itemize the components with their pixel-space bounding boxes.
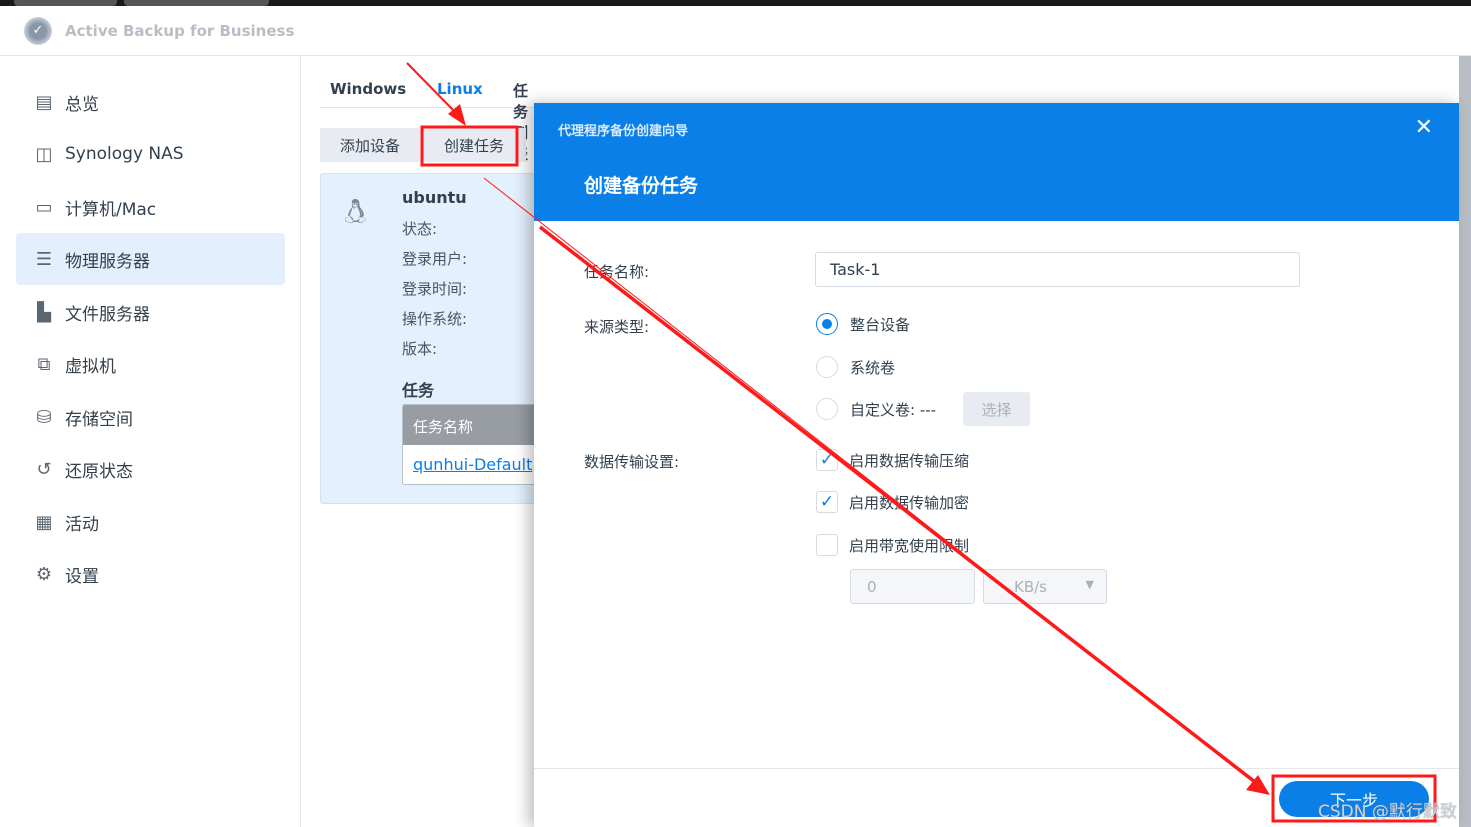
sidebar-item-label: Synology NAS xyxy=(65,144,184,164)
tab-windows[interactable]: Windows xyxy=(330,80,406,98)
restore-icon: ↺ xyxy=(36,458,52,480)
activity-icon: ▦ xyxy=(35,511,53,533)
create-backup-task-dialog: 代理程序备份创建向导 创建备份任务 ✕ 任务名称: 来源类型: 整台设备 系统卷… xyxy=(534,103,1459,827)
os-tabs: Windows Linux 任务列表 xyxy=(320,70,540,163)
device-card[interactable]: 🐧︎ ubuntu 状态: 登录用户: 登录时间: 操作系统: 版本: 任务 任… xyxy=(320,173,562,504)
checkbox-unchecked[interactable] xyxy=(816,534,838,556)
task-name-input[interactable] xyxy=(815,252,1300,287)
radio-system-volume[interactable]: 系统卷 xyxy=(816,356,895,378)
sidebar-item-label: 设置 xyxy=(65,566,99,587)
checkbox-encryption[interactable]: ✓ 启用数据传输加密 xyxy=(816,491,969,513)
storage-icon: ⛁ xyxy=(36,406,52,428)
option-label: 整台设备 xyxy=(850,315,911,334)
sidebar-item-label: 还原状态 xyxy=(65,461,133,482)
dialog-header: 代理程序备份创建向导 创建备份任务 ✕ xyxy=(534,103,1459,221)
nas-icon: ◫ xyxy=(35,143,53,165)
sidebar-item-activity[interactable]: ▦ 活动 xyxy=(16,496,285,548)
file-server-icon: ▙ xyxy=(37,301,51,323)
device-field: 状态: xyxy=(402,220,438,238)
dialog-footer-divider xyxy=(534,768,1459,769)
checkbox-bandwidth-limit[interactable]: 启用带宽使用限制 xyxy=(816,534,969,556)
option-label: 系统卷 xyxy=(850,358,896,377)
sidebar-item-label: 文件服务器 xyxy=(65,304,150,325)
device-field: 操作系统: xyxy=(402,310,468,328)
sidebar-item-label: 存储空间 xyxy=(65,409,133,430)
vm-icon: ⧉ xyxy=(37,353,51,375)
radio-button[interactable] xyxy=(816,356,838,378)
sidebar-item-vm[interactable]: ⧉ 虚拟机 xyxy=(16,338,285,390)
radio-button[interactable] xyxy=(816,398,838,420)
transfer-settings-label: 数据传输设置: xyxy=(584,453,680,471)
sidebar: ▤ 总览 ◫ Synology NAS ▭ 计算机/Mac ☰ 物理服务器 ▙ 文件服务器… xyxy=(0,56,301,827)
computer-icon: ▭ xyxy=(35,196,53,218)
option-label: 启用数据传输加密 xyxy=(849,493,970,512)
gear-icon: ⚙ xyxy=(35,563,53,585)
sidebar-item-label: 总览 xyxy=(65,94,99,115)
sidebar-item-restore[interactable]: ↺ 还原状态 xyxy=(16,443,285,495)
radio-custom-volume[interactable]: 自定义卷: --- xyxy=(816,398,936,420)
checkbox-compression[interactable]: ✓ 启用数据传输压缩 xyxy=(816,449,969,471)
radio-whole-device[interactable]: 整台设备 xyxy=(816,313,910,335)
checkbox-checked[interactable]: ✓ xyxy=(816,491,838,513)
create-task-button[interactable]: 创建任务 xyxy=(422,128,526,162)
option-label: 启用数据传输压缩 xyxy=(849,451,970,470)
sidebar-item-synology-nas[interactable]: ◫ Synology NAS xyxy=(16,128,285,180)
dialog-title: 创建备份任务 xyxy=(584,175,699,197)
task-name-label: 任务名称: xyxy=(584,263,650,281)
sidebar-item-settings[interactable]: ⚙ 设置 xyxy=(16,548,285,600)
app-title: Active Backup for Business xyxy=(65,21,295,40)
bandwidth-input[interactable]: 0 xyxy=(850,569,975,604)
chevron-down-icon: ▼ xyxy=(1085,578,1094,591)
modal-backdrop xyxy=(1459,56,1471,827)
sidebar-item-label: 虚拟机 xyxy=(65,356,116,377)
option-label: 自定义卷: --- xyxy=(850,400,937,419)
watermark: CSDN @默行默致 xyxy=(1318,802,1457,822)
sidebar-item-physical-server[interactable]: ☰ 物理服务器 xyxy=(16,233,285,285)
sidebar-item-label: 物理服务器 xyxy=(65,251,150,272)
close-icon[interactable]: ✕ xyxy=(1415,115,1433,140)
app-header: ✓ Active Backup for Business xyxy=(0,6,1471,56)
overview-icon: ▤ xyxy=(35,91,53,113)
select-volume-button[interactable]: 选择 xyxy=(963,392,1030,426)
unit-value: KB/s xyxy=(1014,578,1047,596)
app-logo-icon: ✓ xyxy=(24,16,52,45)
device-field: 登录时间: xyxy=(402,280,468,298)
linux-penguin-icon: 🐧︎ xyxy=(345,192,366,232)
sidebar-item-label: 计算机/Mac xyxy=(65,199,157,220)
sidebar-item-storage[interactable]: ⛁ 存储空间 xyxy=(16,391,285,443)
radio-button[interactable] xyxy=(816,313,838,335)
add-device-button[interactable]: 添加设备 xyxy=(320,128,420,162)
bandwidth-unit-select[interactable]: KB/s ▼ xyxy=(983,569,1107,604)
sidebar-item-label: 活动 xyxy=(65,514,99,535)
device-field: 登录用户: xyxy=(402,250,468,268)
server-icon: ☰ xyxy=(35,248,53,270)
sidebar-item-file-server[interactable]: ▙ 文件服务器 xyxy=(16,286,285,338)
sidebar-item-overview[interactable]: ▤ 总览 xyxy=(16,76,285,128)
dialog-subtitle: 代理程序备份创建向导 xyxy=(558,124,689,139)
tasks-heading: 任务 xyxy=(402,381,435,400)
source-type-label: 来源类型: xyxy=(584,318,650,336)
device-field: 版本: xyxy=(402,340,438,358)
option-label: 启用带宽使用限制 xyxy=(849,536,970,555)
device-name: ubuntu xyxy=(402,188,467,207)
checkbox-checked[interactable]: ✓ xyxy=(816,449,838,471)
tab-linux[interactable]: Linux xyxy=(437,80,483,98)
sidebar-item-computer[interactable]: ▭ 计算机/Mac xyxy=(16,181,285,233)
